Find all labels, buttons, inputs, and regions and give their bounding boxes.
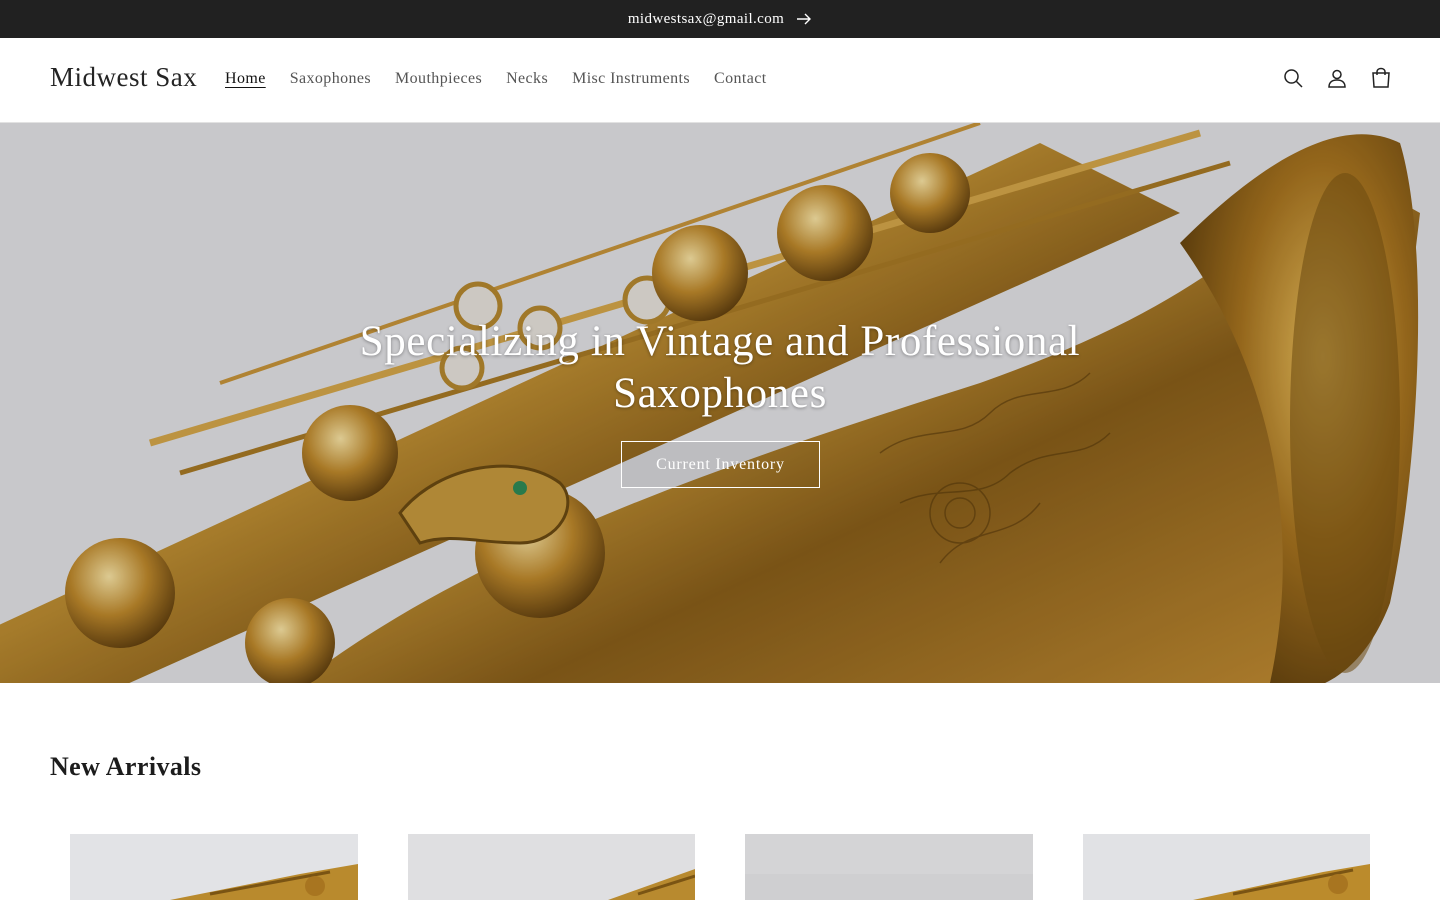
nav-saxophones[interactable]: Saxophones [278,68,383,90]
site-header: Midwest Sax Home Saxophones Mouthpieces … [0,38,1440,123]
arrow-right-icon[interactable] [796,13,812,25]
product-image[interactable] [745,834,1033,900]
current-inventory-button[interactable]: Current Inventory [621,441,820,488]
search-icon[interactable] [1282,66,1304,90]
main-nav: Home Saxophones Mouthpieces Necks Misc I… [213,68,779,90]
product-card[interactable] [745,834,1033,900]
product-image[interactable] [1083,834,1370,900]
product-image[interactable] [70,834,358,900]
product-image[interactable] [408,834,695,900]
product-card[interactable] [70,834,358,900]
product-card[interactable] [408,834,695,900]
announcement-text[interactable]: midwestsax@gmail.com [628,11,784,28]
hero-heading-line2: Saxophones [613,370,827,417]
nav-mouthpieces[interactable]: Mouthpieces [383,68,494,90]
nav-misc-instruments[interactable]: Misc Instruments [560,68,702,90]
site-logo[interactable]: Midwest Sax [50,62,197,93]
nav-contact[interactable]: Contact [702,68,779,90]
hero-heading: Specializing in Vintage and Professional… [320,316,1120,420]
new-arrivals-heading: New Arrivals [50,752,202,781]
product-card[interactable] [1083,834,1370,900]
hero-heading-line1: Specializing in Vintage and Professional [359,318,1081,365]
nav-necks[interactable]: Necks [494,68,560,90]
nav-home[interactable]: Home [213,68,278,90]
account-icon[interactable] [1326,66,1348,90]
header-icons [1282,66,1392,90]
announcement-bar[interactable]: midwestsax@gmail.com [0,0,1440,38]
hero-banner: Specializing in Vintage and Professional… [0,123,1440,683]
cart-icon[interactable] [1370,66,1392,90]
product-grid [0,834,1440,900]
